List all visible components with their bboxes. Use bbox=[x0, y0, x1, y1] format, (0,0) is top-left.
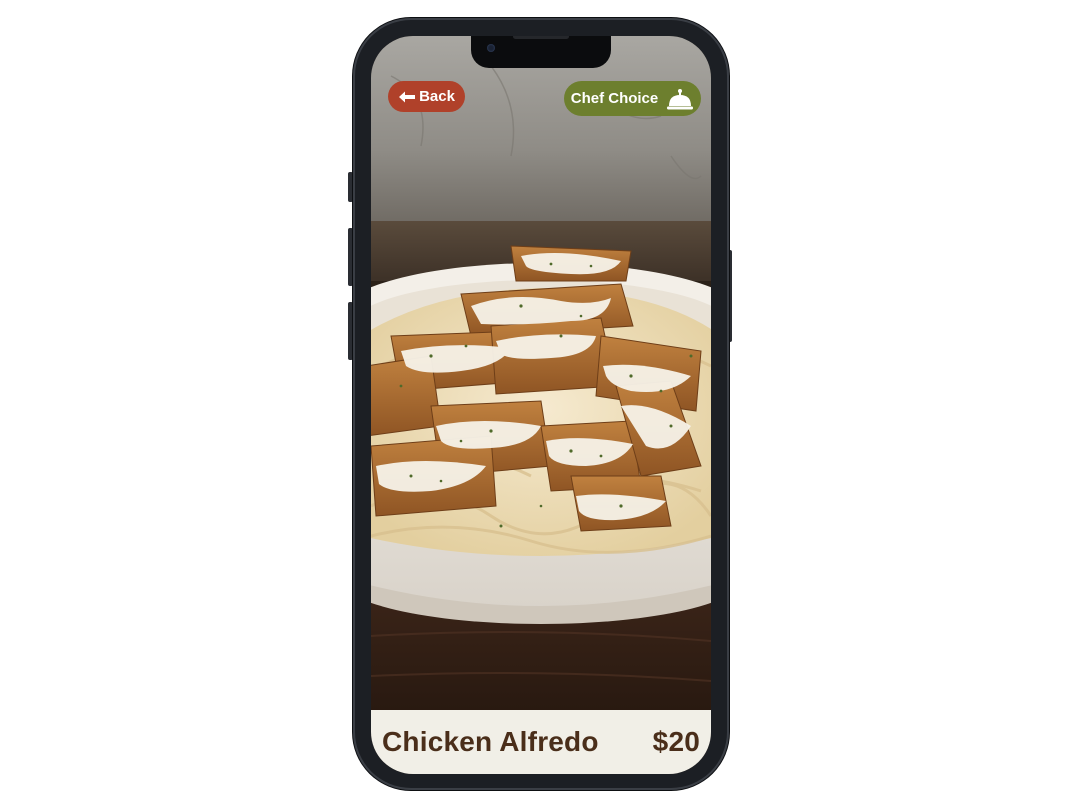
chef-choice-label: Chef Choice bbox=[570, 90, 659, 107]
front-camera bbox=[487, 44, 495, 52]
chef-choice-badge[interactable]: Chef Choice bbox=[564, 81, 701, 116]
back-button[interactable]: Back bbox=[388, 81, 465, 112]
left-arrow-icon bbox=[399, 91, 416, 102]
dish-name: Chicken Alfredo bbox=[382, 726, 599, 757]
back-button-label: Back bbox=[419, 88, 455, 105]
dish-info-bar: Chicken Alfredo $20 bbox=[371, 710, 711, 774]
earpiece-speaker bbox=[513, 36, 569, 39]
dish-photo bbox=[371, 36, 711, 774]
stage: Back Chef Choice Chicken Alfredo $20 bbox=[0, 0, 1080, 810]
service-bell-icon bbox=[667, 88, 694, 109]
dish-price: $20 bbox=[652, 726, 700, 757]
phone-screen: Back Chef Choice Chicken Alfredo $20 bbox=[371, 36, 711, 774]
phone-notch bbox=[471, 36, 611, 68]
